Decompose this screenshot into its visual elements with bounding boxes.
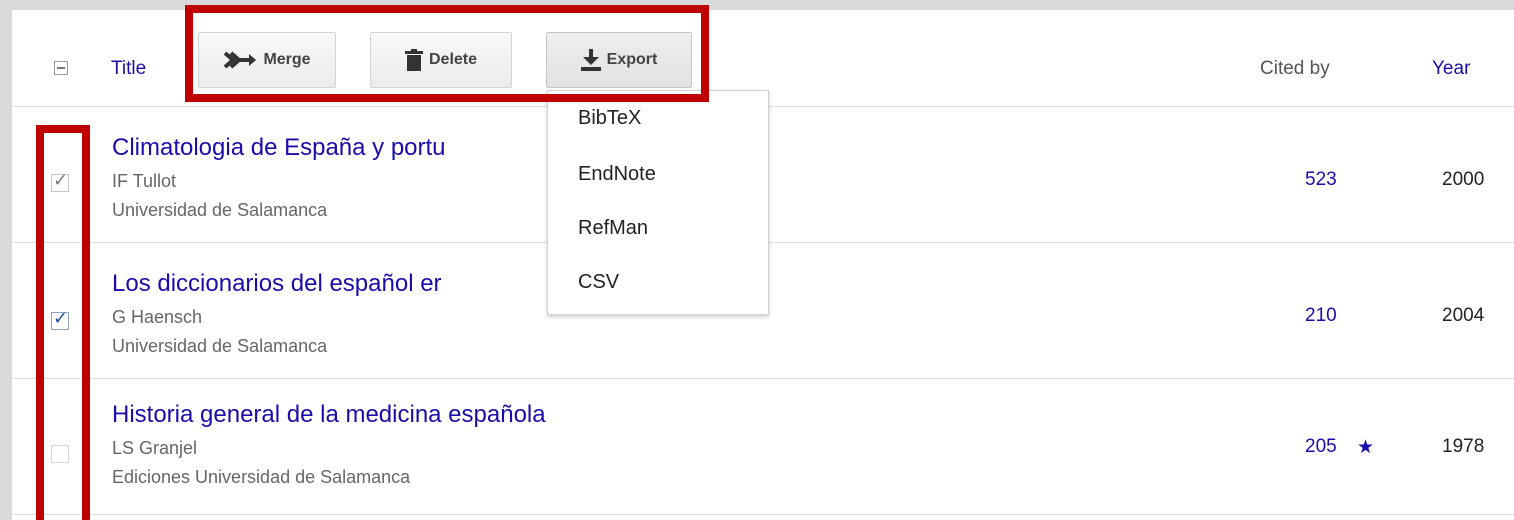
menu-item-refman[interactable]: RefMan bbox=[578, 217, 648, 240]
export-dropdown-menu: BibTeX EndNote RefMan CSV bbox=[547, 90, 769, 315]
article-publisher: Universidad de Salamanca bbox=[112, 336, 328, 356]
cited-by-link[interactable]: 210 bbox=[1305, 305, 1337, 327]
cited-by-link[interactable]: 523 bbox=[1305, 169, 1337, 191]
year-column-header[interactable]: Year bbox=[1432, 58, 1470, 80]
menu-item-endnote[interactable]: EndNote bbox=[578, 163, 656, 186]
select-all-checkbox[interactable] bbox=[54, 61, 68, 75]
article-year: 2004 bbox=[1442, 305, 1485, 326]
article-year: 2000 bbox=[1442, 169, 1485, 190]
menu-item-csv[interactable]: CSV bbox=[578, 271, 619, 294]
checkbox-column-highlight-box bbox=[36, 125, 90, 520]
article-publisher: Universidad de Salamanca bbox=[112, 200, 328, 220]
article-author: G Haensch bbox=[112, 307, 203, 327]
title-column-header[interactable]: Title bbox=[111, 58, 146, 80]
article-author: IF Tullot bbox=[112, 171, 177, 191]
article-title-link[interactable]: Climatologia de España y portu bbox=[112, 134, 446, 162]
article-title-link[interactable]: Historia general de la medicina española bbox=[112, 401, 546, 429]
menu-item-bibtex[interactable]: BibTeX bbox=[578, 107, 641, 130]
cited-by-link[interactable]: 205 bbox=[1305, 436, 1337, 458]
star-icon: ★ bbox=[1357, 437, 1375, 458]
toolbar-highlight-box bbox=[185, 5, 709, 102]
article-publisher: Ediciones Universidad de Salamanca bbox=[112, 467, 411, 487]
table-row: Historia general de la medicina española… bbox=[12, 379, 1514, 515]
article-year: 1978 bbox=[1442, 436, 1485, 457]
article-title-link[interactable]: Los diccionarios del español er bbox=[112, 270, 442, 298]
cited-by-column-header[interactable]: Cited by bbox=[1260, 58, 1330, 80]
article-author: LS Granjel bbox=[112, 438, 198, 458]
